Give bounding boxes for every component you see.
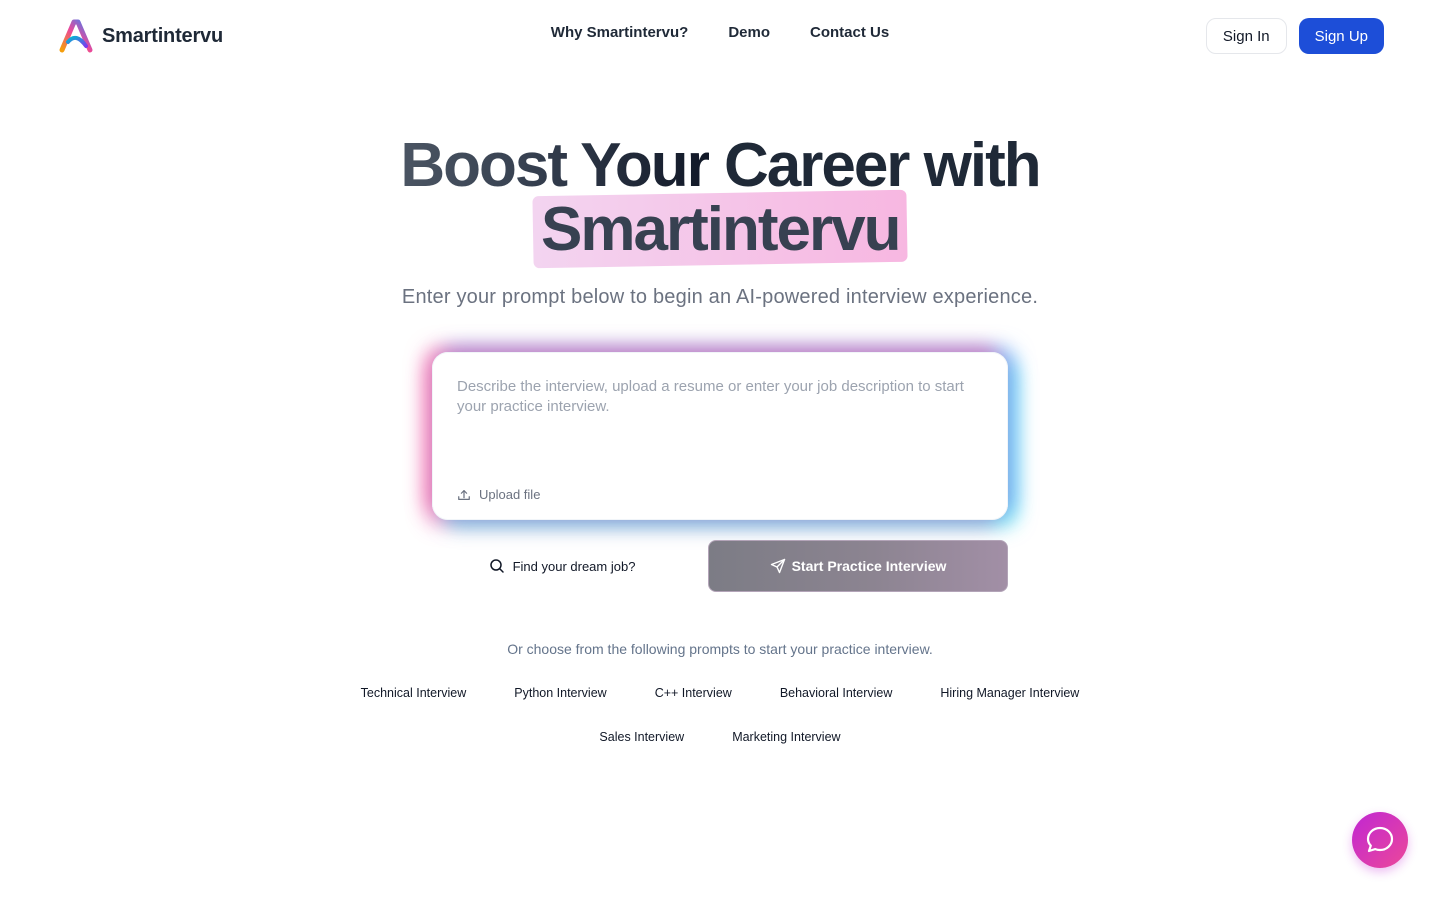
find-dream-job-button[interactable]: Find your dream job? xyxy=(432,540,692,592)
upload-file-button[interactable]: Upload file xyxy=(457,487,540,502)
nav-contact-us[interactable]: Contact Us xyxy=(810,24,889,41)
suggestions-intro: Or choose from the following prompts to … xyxy=(507,641,933,657)
top-header: Smartintervu Why Smartintervu? Demo Cont… xyxy=(0,0,1440,72)
nav-demo[interactable]: Demo xyxy=(728,24,770,41)
suggestions-row-1: Technical Interview Python Interview C++… xyxy=(0,686,1440,700)
search-icon xyxy=(489,559,504,573)
sign-in-button[interactable]: Sign In xyxy=(1205,18,1287,54)
send-icon xyxy=(770,558,785,574)
hero-highlight-row: Smartintervu xyxy=(0,189,1440,269)
prompt-chip-technical[interactable]: Technical Interview xyxy=(361,686,467,700)
sign-up-button[interactable]: Sign Up xyxy=(1298,18,1384,54)
upload-icon xyxy=(458,489,470,500)
prompt-box: Upload file xyxy=(432,352,1008,520)
hero-highlight: Smartintervu xyxy=(532,189,908,269)
hero-title-part1: Boost Your xyxy=(400,131,710,200)
chat-button[interactable] xyxy=(1352,812,1408,868)
nav-why-smartintervu[interactable]: Why Smartintervu? xyxy=(551,24,689,41)
prompt-chip-behavioral[interactable]: Behavioral Interview xyxy=(780,686,893,700)
prompt-chip-sales[interactable]: Sales Interview xyxy=(599,730,684,744)
hero-title-brand: Smartintervu xyxy=(540,194,900,264)
hero-subtitle: Enter your prompt below to begin an AI-p… xyxy=(401,286,1039,308)
chat-bubble-icon xyxy=(1366,826,1394,853)
auth-buttons: Sign In Sign Up xyxy=(1205,18,1384,54)
start-practice-interview-button[interactable]: Start Practice Interview xyxy=(708,540,1008,592)
prompt-chip-cpp[interactable]: C++ Interview xyxy=(655,686,732,700)
prompt-input[interactable] xyxy=(457,377,985,467)
suggestions-row-2: Sales Interview Marketing Interview xyxy=(0,730,1440,744)
find-dream-job-label: Find your dream job? xyxy=(512,558,636,574)
prompt-chip-python[interactable]: Python Interview xyxy=(514,686,606,700)
start-practice-interview-label: Start Practice Interview xyxy=(791,558,947,574)
hero-title: Boost Your Career with xyxy=(0,132,1440,200)
prompt-chip-marketing[interactable]: Marketing Interview xyxy=(732,730,840,744)
upload-file-label: Upload file xyxy=(479,487,541,502)
prompt-chip-hiring-manager[interactable]: Hiring Manager Interview xyxy=(940,686,1079,700)
